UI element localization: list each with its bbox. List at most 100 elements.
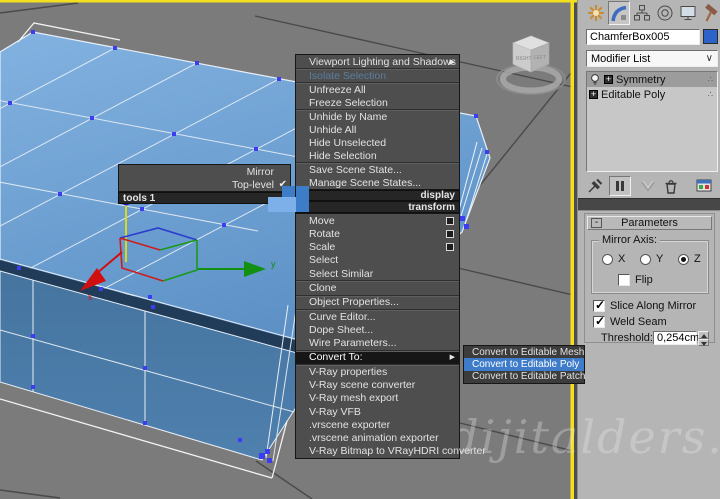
submenu-item-editable-mesh[interactable]: Convert to Editable Mesh (464, 346, 584, 358)
menu-item-mirror[interactable]: Mirror (119, 165, 290, 178)
parameters-rollout-header[interactable]: - Parameters (587, 216, 712, 230)
tab-modify[interactable] (608, 1, 630, 25)
trash-icon (665, 180, 677, 194)
transform-quad-title[interactable]: transform (295, 201, 460, 213)
menu-item-vray-bitmap-converter[interactable]: V-Ray Bitmap to VRayHDRI converter (296, 445, 486, 458)
modify-icon (611, 5, 627, 22)
radio-z[interactable]: Z (678, 253, 701, 265)
quad-center-square-active (268, 197, 296, 212)
mirror-axis-group: Mirror Axis: X Y Z Flip (591, 234, 709, 294)
show-end-result-icon (616, 181, 624, 191)
tab-create[interactable] (585, 1, 607, 25)
radio-z-circle[interactable] (678, 253, 689, 265)
lightbulb-icon[interactable] (589, 73, 601, 86)
quad-center-square (282, 186, 295, 197)
collapse-icon[interactable]: - (591, 218, 602, 228)
slice-along-mirror-checkbox[interactable]: Slice Along Mirror (593, 298, 696, 312)
menu-item-vrscene-exporter[interactable]: .vrscene exporter (296, 418, 459, 431)
panel-splitter[interactable] (578, 198, 720, 211)
menu-item-unhide-by-name[interactable]: Unhide by Name (296, 109, 459, 123)
threshold-spinner[interactable] (698, 331, 709, 346)
row-handle-dots: ∴ (707, 90, 714, 99)
menu-item-save-scene-state[interactable]: Save Scene State... (296, 162, 459, 176)
pin-stack-button[interactable] (584, 176, 606, 196)
menu-item-unfreeze-all[interactable]: Unfreeze All (296, 82, 459, 96)
threshold-input[interactable]: 0,254cm (653, 331, 699, 345)
remove-modifier-button[interactable] (659, 176, 681, 196)
menu-item-object-properties[interactable]: Object Properties... (296, 294, 459, 309)
tab-utilities[interactable] (700, 1, 720, 25)
configure-modifier-sets-button[interactable] (693, 176, 715, 196)
menu-item-viewport-lighting[interactable]: Viewport Lighting and Shadows ▶ (296, 55, 459, 68)
menu-item-top-level[interactable]: Top-level ✔ (119, 178, 290, 191)
tab-hierarchy[interactable] (631, 1, 653, 25)
menu-item-curve-editor[interactable]: Curve Editor... (296, 308, 459, 323)
quad-center-square (296, 197, 309, 212)
show-end-result-button[interactable] (609, 176, 631, 196)
viewport[interactable]: x y RIGHT LEFT (0, 0, 578, 499)
radio-y-circle[interactable] (640, 253, 651, 265)
radio-y[interactable]: Y (640, 253, 663, 265)
menu-item-vrscene-animation-exporter[interactable]: .vrscene animation exporter (296, 432, 459, 445)
menu-item-vray-mesh-export[interactable]: V-Ray mesh export (296, 392, 459, 405)
object-name-input[interactable]: ChamferBox005 (586, 29, 700, 45)
mirror-axis-label: Mirror Axis: (599, 234, 660, 246)
radio-x-circle[interactable] (602, 253, 613, 265)
menu-item-hide-selection[interactable]: Hide Selection (296, 149, 459, 162)
pushpin-icon (588, 178, 603, 193)
menu-item-select-similar[interactable]: Select Similar (296, 267, 459, 280)
stack-row-symmetry[interactable]: + Symmetry ∴ (587, 72, 717, 87)
submenu-item-editable-poly[interactable]: Convert to Editable Poly (464, 358, 584, 371)
make-unique-button[interactable] (637, 176, 659, 196)
menu-item-convert-to[interactable]: Convert To: ▶ (296, 349, 459, 365)
display-icon (680, 6, 696, 20)
menu-item-vray-properties[interactable]: V-Ray properties (296, 364, 459, 378)
spinner-down-icon[interactable] (698, 338, 709, 346)
tab-display[interactable] (677, 1, 699, 25)
submenu-arrow-icon: ▶ (449, 354, 455, 362)
modifier-list-dropdown[interactable]: Modifier List ∨ (586, 50, 718, 67)
menu-item-hide-unselected[interactable]: Hide Unselected (296, 136, 459, 149)
application-window: x y RIGHT LEFT www.di (0, 0, 720, 499)
menu-item-select[interactable]: Select (296, 254, 459, 267)
display-quad-title[interactable]: display (295, 190, 460, 201)
tab-motion[interactable] (654, 1, 676, 25)
menu-item-vray-vfb[interactable]: V-Ray VFB (296, 405, 459, 418)
menu-item-unhide-all[interactable]: Unhide All (296, 123, 459, 136)
weld-seam-checkbox[interactable]: Weld Seam (593, 314, 667, 328)
expand-icon[interactable]: + (604, 75, 613, 84)
menu-item-manage-scene-states[interactable]: Manage Scene States... (296, 176, 459, 189)
motion-icon (657, 5, 673, 21)
menu-item-vray-scene-converter[interactable]: V-Ray scene converter (296, 378, 459, 391)
hierarchy-icon (634, 5, 650, 21)
flip-checkbox[interactable]: Flip (618, 274, 653, 286)
configure-sets-icon (696, 179, 712, 192)
submenu-item-editable-patch[interactable]: Convert to Editable Patch (464, 371, 585, 383)
menu-item-freeze-selection[interactable]: Freeze Selection (296, 96, 459, 109)
spinner-up-icon[interactable] (698, 331, 709, 339)
weld-checkbox-box[interactable] (593, 314, 605, 328)
settings-box-icon[interactable] (446, 243, 454, 252)
stack-row-editable-poly[interactable]: + Editable Poly ∴ (587, 87, 717, 102)
menu-item-scale[interactable]: Scale (296, 241, 459, 254)
object-color-swatch[interactable] (703, 29, 718, 44)
viewcube-right-face-label: LEFT (534, 55, 546, 61)
viewport-canvas: x y RIGHT LEFT (0, 0, 578, 499)
flip-checkbox-box[interactable] (618, 274, 630, 286)
viewcube-left-face-label: RIGHT (516, 56, 532, 62)
menu-item-dope-sheet[interactable]: Dope Sheet... (296, 323, 459, 336)
gizmo-y-label: y (271, 259, 276, 269)
slice-checkbox-box[interactable] (593, 298, 605, 312)
expand-icon[interactable]: + (589, 90, 598, 99)
menu-item-rotate[interactable]: Rotate (296, 227, 459, 240)
menu-item-clone[interactable]: Clone (296, 280, 459, 294)
command-panel: ChamferBox005 Modifier List ∨ + Symmetry… (577, 0, 720, 499)
radio-x[interactable]: X (602, 253, 625, 265)
menu-item-wire-parameters[interactable]: Wire Parameters... (296, 337, 459, 350)
settings-box-icon[interactable] (446, 229, 454, 238)
parameters-rollout: - Parameters Mirror Axis: X Y Z Flip ✓ S… (584, 213, 715, 346)
menu-item-isolate-selection: Isolate Selection (296, 68, 459, 82)
stack-toolbar (584, 176, 718, 196)
settings-box-icon[interactable] (446, 216, 454, 225)
menu-item-move[interactable]: Move (296, 214, 459, 227)
